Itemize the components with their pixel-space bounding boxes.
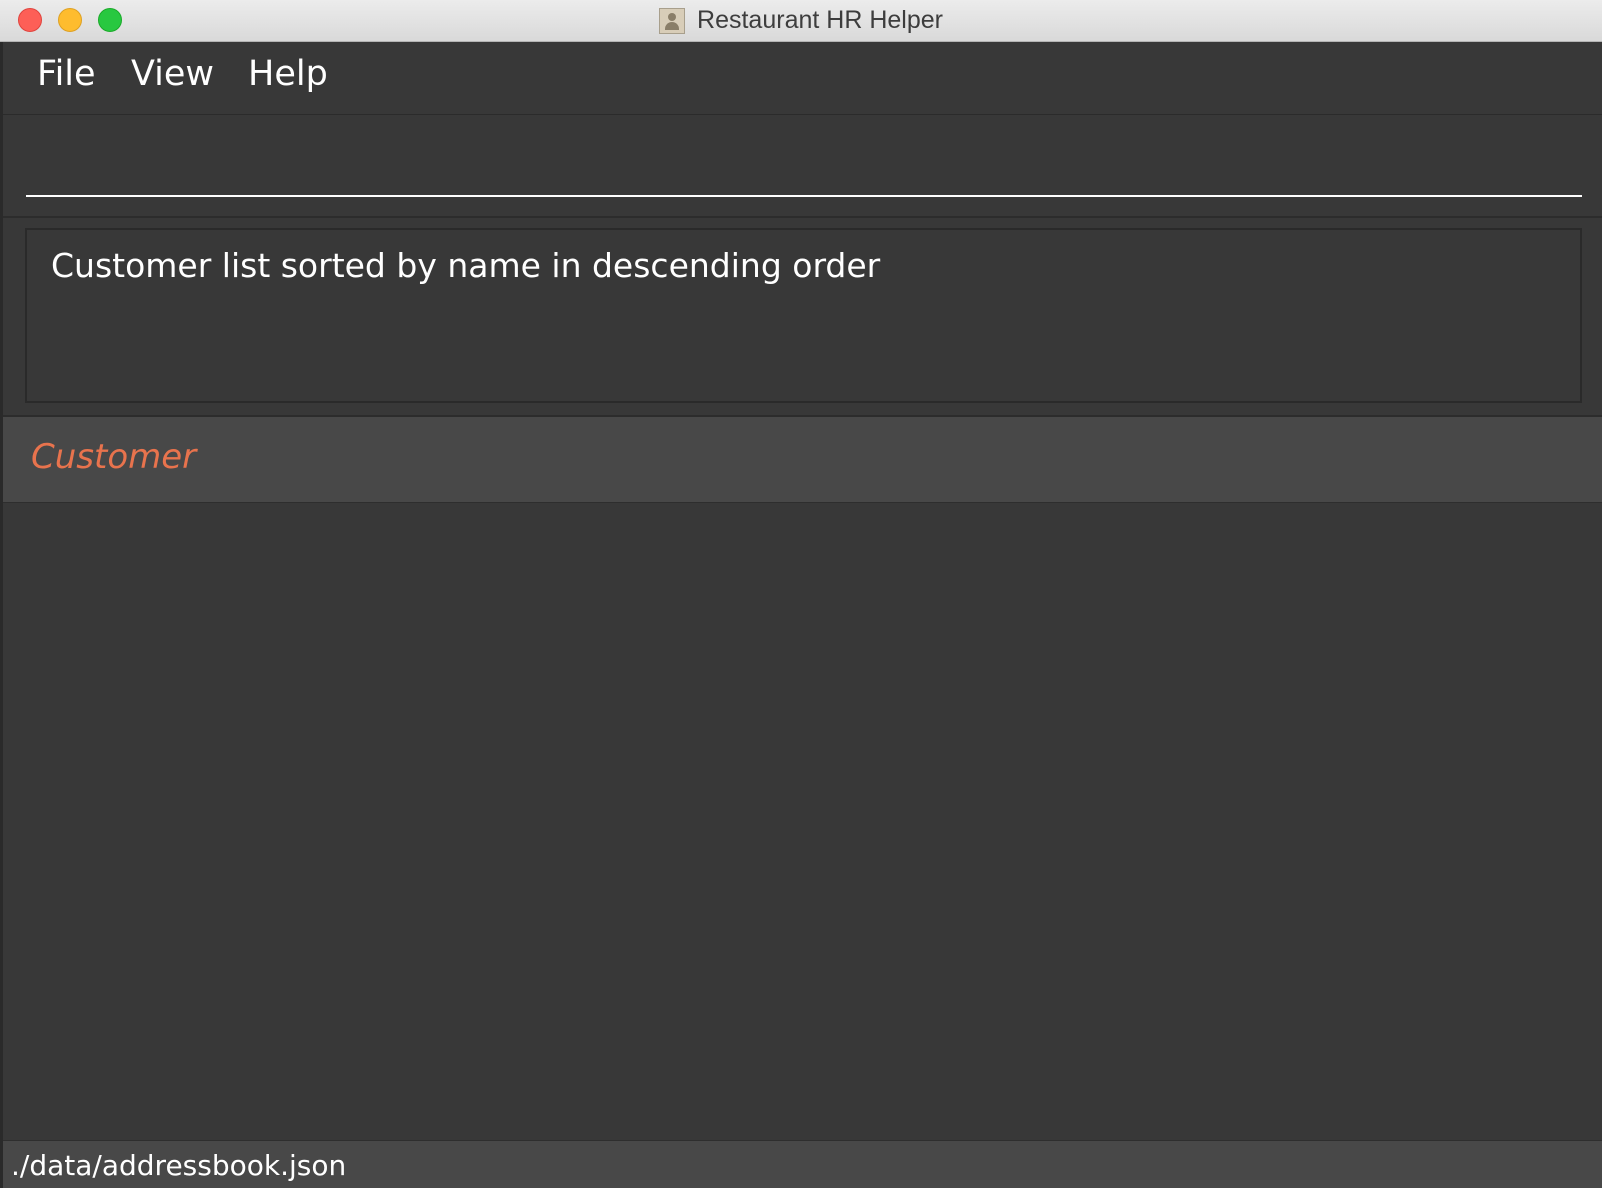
title-group: Restaurant HR Helper — [0, 0, 1602, 41]
command-box-container — [3, 115, 1602, 218]
app-window: Restaurant HR Helper File View Help Cust… — [0, 0, 1602, 1188]
window-title: Restaurant HR Helper — [697, 6, 943, 34]
result-display: Customer list sorted by name in descendi… — [25, 228, 1582, 403]
result-display-container: Customer list sorted by name in descendi… — [3, 218, 1602, 417]
title-bar[interactable]: Restaurant HR Helper — [0, 0, 1602, 42]
customer-list[interactable] — [3, 503, 1602, 1139]
list-panel-title: Customer — [31, 437, 197, 477]
menu-bar: File View Help — [3, 42, 1602, 115]
result-message: Customer list sorted by name in descendi… — [51, 246, 881, 285]
menu-view[interactable]: View — [131, 54, 214, 94]
list-panel-header: Customer — [3, 417, 1602, 503]
address-book-icon — [659, 7, 686, 34]
status-bar: ./data/addressbook.json — [3, 1140, 1602, 1188]
save-file-path: ./data/addressbook.json — [11, 1149, 347, 1182]
command-input[interactable] — [26, 133, 1582, 197]
menu-file[interactable]: File — [37, 54, 96, 94]
menu-help[interactable]: Help — [248, 54, 328, 94]
